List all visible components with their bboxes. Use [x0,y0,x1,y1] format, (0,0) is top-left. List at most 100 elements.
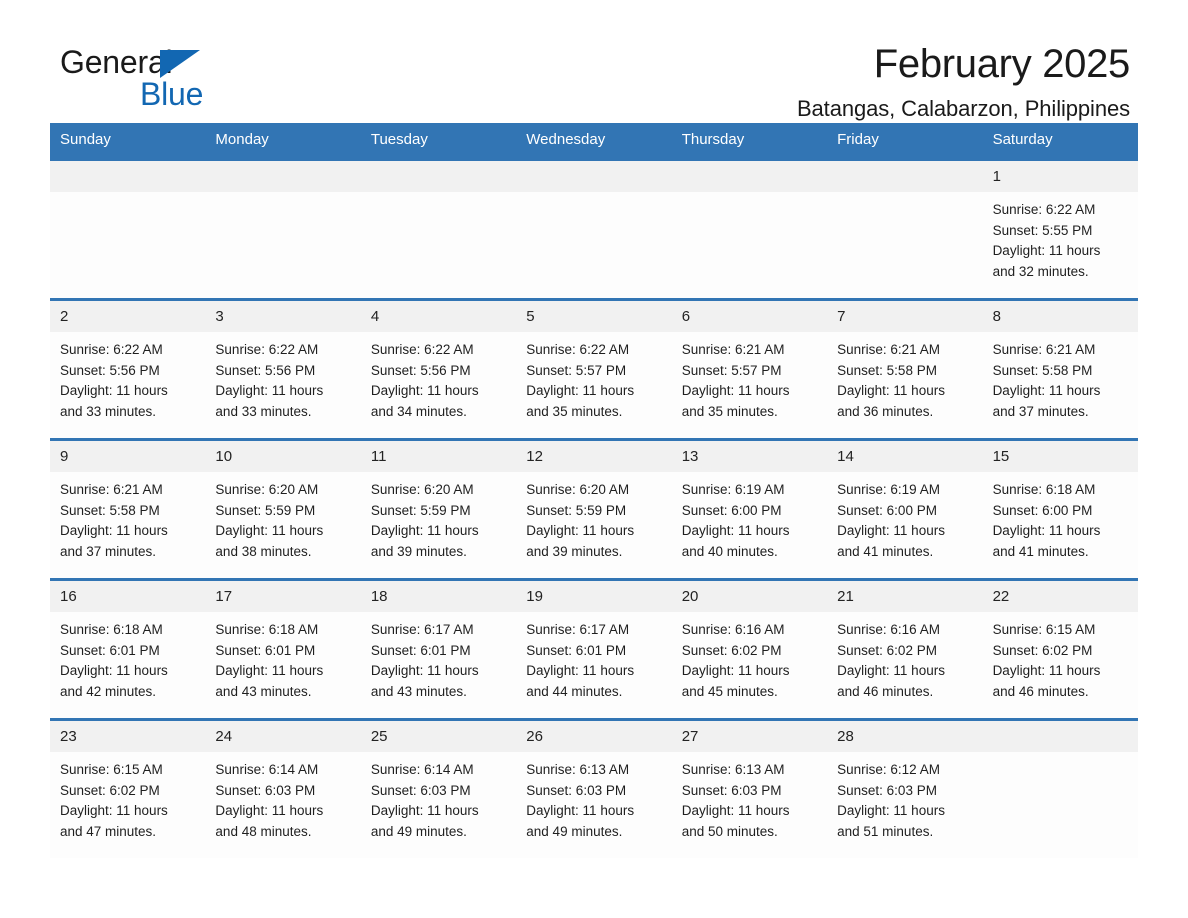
day-cell[interactable] [516,192,671,298]
daylight-text: Daylight: 11 hours [526,803,635,819]
day-cell[interactable]: Sunrise: 6:17 AM Sunset: 6:01 PM Dayligh… [516,612,671,718]
sunset-text: Sunset: 6:02 PM [837,642,937,658]
day-cell[interactable] [205,192,360,298]
daylight-text-cont: and 41 minutes. [992,543,1089,559]
day-detail-band: Sunrise: 6:15 AM Sunset: 6:02 PM Dayligh… [50,752,1138,858]
day-number[interactable]: 25 [361,721,516,752]
sunset-text: Sunset: 6:02 PM [681,642,782,658]
sunrise-text: Sunrise: 6:19 AM [681,482,785,497]
day-cell[interactable]: Sunrise: 6:22 AM Sunset: 5:57 PM Dayligh… [516,332,671,438]
day-number[interactable]: 20 [672,581,827,612]
sunset-text: Sunset: 6:03 PM [215,782,316,798]
sunrise-text: Sunrise: 6:21 AM [992,342,1096,357]
day-cell[interactable] [361,192,516,298]
day-cell[interactable]: Sunrise: 6:17 AM Sunset: 6:01 PM Dayligh… [361,612,516,718]
sunrise-text: Sunrise: 6:18 AM [992,482,1096,497]
day-number[interactable]: 15 [983,441,1138,472]
day-cell[interactable]: Sunrise: 6:22 AM Sunset: 5:56 PM Dayligh… [361,332,516,438]
day-cell[interactable]: Sunrise: 6:16 AM Sunset: 6:02 PM Dayligh… [672,612,827,718]
day-cell[interactable]: Sunrise: 6:15 AM Sunset: 6:02 PM Dayligh… [983,612,1138,718]
day-number[interactable]: 13 [672,441,827,472]
day-cell[interactable]: Sunrise: 6:21 AM Sunset: 5:58 PM Dayligh… [827,332,982,438]
sunrise-text: Sunrise: 6:21 AM [837,342,940,357]
day-number[interactable]: 14 [827,441,982,472]
day-number[interactable]: 17 [205,581,360,612]
day-cell[interactable]: Sunrise: 6:22 AM Sunset: 5:56 PM Dayligh… [205,332,360,438]
day-number[interactable]: 24 [205,721,360,752]
day-cell[interactable]: Sunrise: 6:14 AM Sunset: 6:03 PM Dayligh… [205,752,360,858]
day-cell[interactable]: Sunrise: 6:16 AM Sunset: 6:02 PM Dayligh… [827,612,982,718]
day-number[interactable]: 26 [516,721,671,752]
day-cell[interactable]: Sunrise: 6:21 AM Sunset: 5:57 PM Dayligh… [672,332,827,438]
day-number[interactable] [361,161,516,192]
day-cell[interactable]: Sunrise: 6:20 AM Sunset: 5:59 PM Dayligh… [205,472,360,578]
day-number[interactable]: 2 [50,301,205,332]
day-number-band: 23 24 25 26 27 28 [50,721,1138,752]
daylight-text-cont: and 44 minutes. [526,683,623,699]
daylight-text-cont: and 49 minutes. [370,823,467,839]
weekday-header-row: Sunday Monday Tuesday Wednesday Thursday… [50,123,1138,158]
day-number[interactable]: 4 [361,301,516,332]
day-number[interactable]: 21 [827,581,982,612]
daylight-text-cont: and 37 minutes. [992,403,1089,419]
day-number[interactable] [516,161,671,192]
day-number[interactable]: 27 [672,721,827,752]
day-cell[interactable]: Sunrise: 6:20 AM Sunset: 5:59 PM Dayligh… [361,472,516,578]
day-number[interactable]: 18 [361,581,516,612]
sunrise-text: Sunrise: 6:22 AM [526,342,630,357]
day-number[interactable]: 16 [50,581,205,612]
general-blue-logo[interactable]: General Blue [60,46,320,116]
day-cell[interactable] [827,192,982,298]
day-number[interactable]: 6 [672,301,827,332]
day-cell[interactable] [50,192,205,298]
daylight-text: Daylight: 11 hours [370,663,479,679]
day-cell[interactable]: Sunrise: 6:18 AM Sunset: 6:00 PM Dayligh… [983,472,1138,578]
sunset-text: Sunset: 5:57 PM [681,362,782,378]
day-number[interactable]: 8 [983,301,1138,332]
day-cell[interactable]: Sunrise: 6:22 AM Sunset: 5:55 PM Dayligh… [983,192,1138,298]
day-cell[interactable]: Sunrise: 6:18 AM Sunset: 6:01 PM Dayligh… [205,612,360,718]
sunset-text: Sunset: 6:00 PM [681,502,782,518]
day-number[interactable] [205,161,360,192]
daylight-text: Daylight: 11 hours [681,523,790,539]
week-row: 1 Sunrise: 6:22 AM Sunset: 5:55 PM Dayli… [50,158,1138,298]
day-cell[interactable]: Sunrise: 6:18 AM Sunset: 6:01 PM Dayligh… [50,612,205,718]
daylight-text-cont: and 41 minutes. [837,543,934,559]
day-cell[interactable]: Sunrise: 6:12 AM Sunset: 6:03 PM Dayligh… [827,752,982,858]
day-number[interactable] [983,721,1138,752]
day-number[interactable]: 5 [516,301,671,332]
day-number[interactable]: 7 [827,301,982,332]
daylight-text-cont: and 38 minutes. [215,543,312,559]
day-cell[interactable]: Sunrise: 6:21 AM Sunset: 5:58 PM Dayligh… [50,472,205,578]
day-cell[interactable]: Sunrise: 6:20 AM Sunset: 5:59 PM Dayligh… [516,472,671,578]
day-cell[interactable]: Sunrise: 6:21 AM Sunset: 5:58 PM Dayligh… [983,332,1138,438]
sunset-text: Sunset: 6:03 PM [370,782,471,798]
day-number[interactable] [827,161,982,192]
daylight-text: Daylight: 11 hours [681,663,790,679]
day-cell[interactable]: Sunrise: 6:14 AM Sunset: 6:03 PM Dayligh… [361,752,516,858]
day-number[interactable]: 3 [205,301,360,332]
day-number[interactable]: 23 [50,721,205,752]
day-number[interactable]: 22 [983,581,1138,612]
day-cell[interactable]: Sunrise: 6:13 AM Sunset: 6:03 PM Dayligh… [672,752,827,858]
week-row: 9 10 11 12 13 14 15 Sunrise: 6:21 AM Sun… [50,438,1138,578]
day-number[interactable]: 12 [516,441,671,472]
day-number[interactable]: 19 [516,581,671,612]
day-cell[interactable]: Sunrise: 6:22 AM Sunset: 5:56 PM Dayligh… [50,332,205,438]
weekday-monday: Monday [215,131,269,148]
day-number[interactable] [50,161,205,192]
day-number[interactable]: 11 [361,441,516,472]
daylight-text: Daylight: 11 hours [370,803,479,819]
day-cell[interactable]: Sunrise: 6:13 AM Sunset: 6:03 PM Dayligh… [516,752,671,858]
day-number[interactable] [672,161,827,192]
day-number[interactable]: 28 [827,721,982,752]
day-cell[interactable] [983,752,1138,858]
day-cell[interactable]: Sunrise: 6:19 AM Sunset: 6:00 PM Dayligh… [672,472,827,578]
sunrise-text: Sunrise: 6:17 AM [526,622,630,637]
day-number[interactable]: 10 [205,441,360,472]
day-number[interactable]: 9 [50,441,205,472]
day-number[interactable]: 1 [983,161,1138,192]
day-cell[interactable] [672,192,827,298]
day-cell[interactable]: Sunrise: 6:15 AM Sunset: 6:02 PM Dayligh… [50,752,205,858]
day-cell[interactable]: Sunrise: 6:19 AM Sunset: 6:00 PM Dayligh… [827,472,982,578]
